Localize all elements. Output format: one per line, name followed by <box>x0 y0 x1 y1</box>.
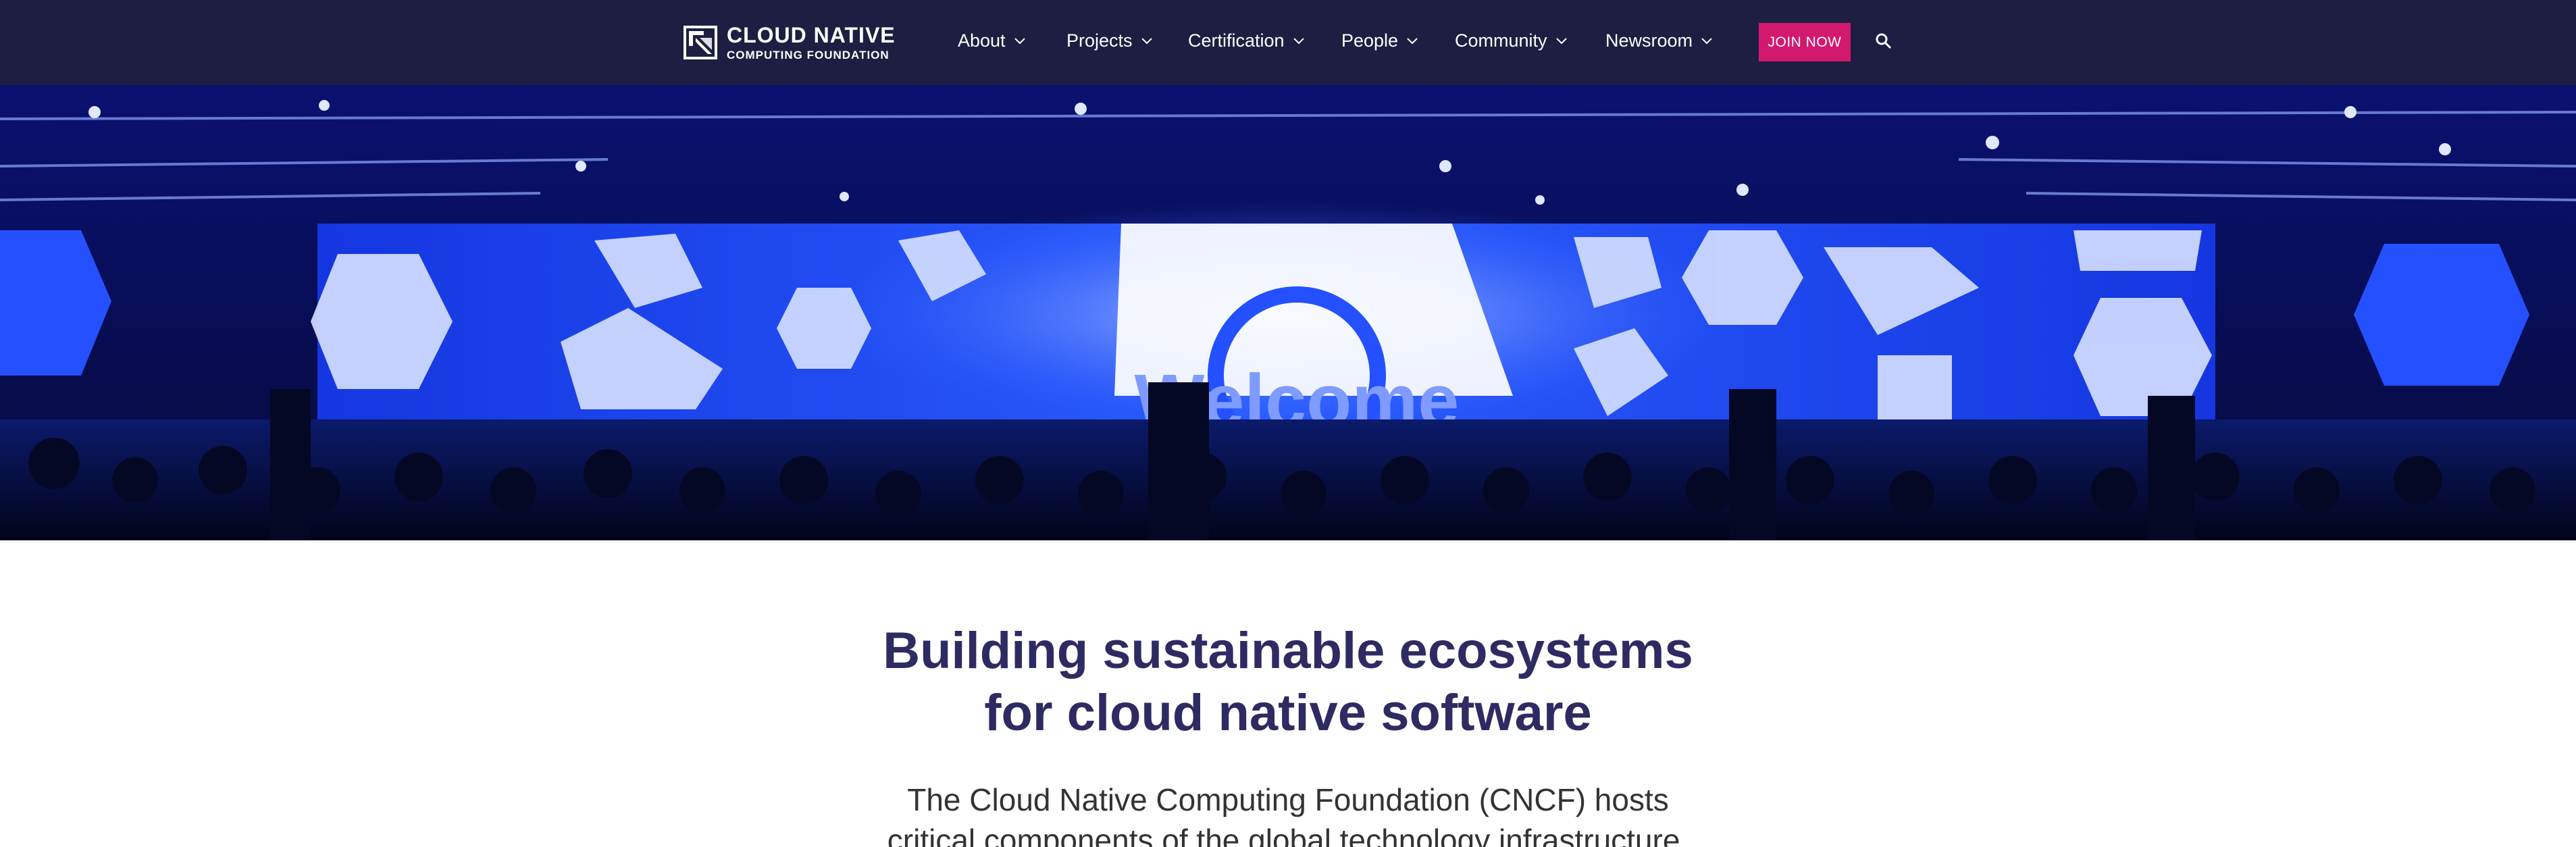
hero-banner: Welcome <box>0 85 2576 540</box>
nav-certification[interactable]: Certification <box>1188 30 1305 51</box>
chevron-down-icon <box>1293 37 1304 44</box>
nav-community[interactable]: Community <box>1455 30 1568 51</box>
join-now-button[interactable]: JOIN NOW <box>1759 23 1851 61</box>
cncf-logo-icon <box>684 26 717 59</box>
nav-about-label: About <box>958 30 1006 51</box>
nav-people[interactable]: People <box>1341 30 1418 51</box>
cncf-logo[interactable]: CLOUD NATIVE COMPUTING FOUNDATION <box>684 22 896 63</box>
site-header: CLOUD NATIVE COMPUTING FOUNDATION About … <box>0 0 2576 85</box>
nav-newsroom[interactable]: Newsroom <box>1605 30 1713 51</box>
search-icon[interactable] <box>1875 32 1892 50</box>
nav-certification-label: Certification <box>1188 30 1285 51</box>
chevron-down-icon <box>1555 37 1567 44</box>
intro-line-1: The Cloud Native Computing Foundation (C… <box>907 782 1669 817</box>
nav-newsroom-label: Newsroom <box>1605 30 1693 51</box>
nav-community-label: Community <box>1455 30 1547 51</box>
intro-line-2: critical components of the global techno… <box>887 823 1689 847</box>
logo-subtitle: COMPUTING FOUNDATION <box>727 49 890 61</box>
hero-photo: Welcome <box>0 85 2576 540</box>
chevron-down-icon <box>1141 37 1152 44</box>
chevron-down-icon <box>1701 37 1712 44</box>
nav-about[interactable]: About <box>958 30 1026 51</box>
nav-projects[interactable]: Projects <box>1066 30 1153 51</box>
logo-title: CLOUD NATIVE <box>727 23 896 47</box>
nav-people-label: People <box>1341 30 1399 51</box>
headline-line-1: Building sustainable ecosystems <box>883 622 1693 679</box>
chevron-down-icon <box>1407 37 1418 44</box>
chevron-down-icon <box>1014 37 1025 44</box>
headline-line-2: for cloud native software <box>984 684 1592 742</box>
nav-projects-label: Projects <box>1066 30 1133 51</box>
page-headline: Building sustainable ecosystems for clou… <box>0 620 2576 744</box>
intro-text: The Cloud Native Computing Foundation (C… <box>0 779 2576 847</box>
